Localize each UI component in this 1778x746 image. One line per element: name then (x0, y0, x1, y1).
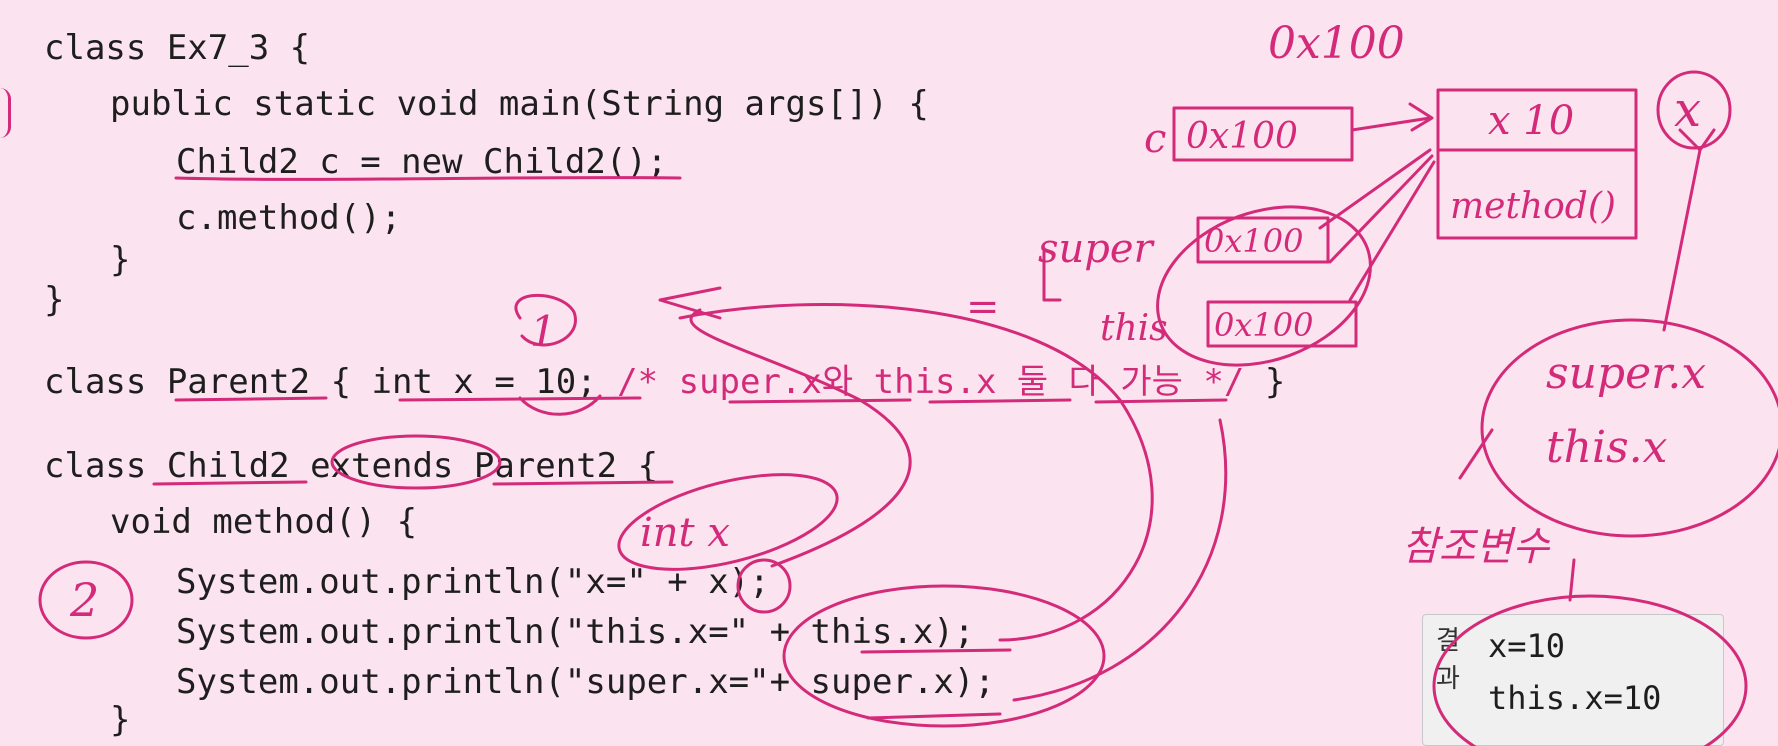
arrow-ref-to-result (1568, 558, 1576, 602)
super-addr: 0x100 (1204, 222, 1303, 260)
extends-oval (330, 434, 502, 490)
object-field: x 10 (1488, 98, 1574, 144)
object-method: method() (1450, 186, 1616, 227)
oval-this-super (782, 584, 1106, 728)
super-label: super (1038, 226, 1156, 272)
underline-parent2-ext (492, 480, 674, 486)
underline-child2 (152, 480, 308, 486)
underline-new-child2 (174, 176, 682, 181)
circled-1-digit: 1 (530, 307, 557, 356)
result-oval (1432, 594, 1748, 746)
x-var-circle (736, 558, 792, 614)
equals-mark: = (966, 284, 1000, 330)
underline-super-x (866, 712, 1002, 720)
underline-comment-super (728, 398, 912, 404)
underline-this-x (860, 648, 1012, 654)
circled-2-digit: 2 (69, 573, 99, 627)
arrows-to-object (1318, 148, 1436, 302)
note-ref-var: 참조변수 (1402, 524, 1550, 570)
underline-comment-this (928, 398, 1072, 404)
handwritten-annotations: 1 2 int x 0x100 x 10 method() c 0x100 su… (38, 18, 1778, 746)
oval-super-this-boxes (1156, 205, 1372, 367)
circled-x-letter: x (1674, 82, 1701, 138)
note-super-x: super.x (1546, 348, 1706, 399)
ref-c-label: c (1144, 116, 1166, 162)
lecture-slide: class Ex7_3 { public static void main(St… (0, 0, 1778, 746)
ref-c-addr: 0x100 (1186, 116, 1298, 157)
arrow-circle-to-note (1662, 128, 1716, 332)
this-addr: 0x100 (1214, 306, 1313, 344)
underline-parent2 (174, 396, 328, 402)
underline-comment-rest (1094, 398, 1228, 404)
arrow-c-to-object (1350, 102, 1434, 132)
note-this-x: this.x (1546, 422, 1668, 473)
loop-super-x (1012, 418, 1228, 702)
int-x-note: int x (640, 510, 730, 556)
addr-top-label: 0x100 (1268, 18, 1405, 69)
